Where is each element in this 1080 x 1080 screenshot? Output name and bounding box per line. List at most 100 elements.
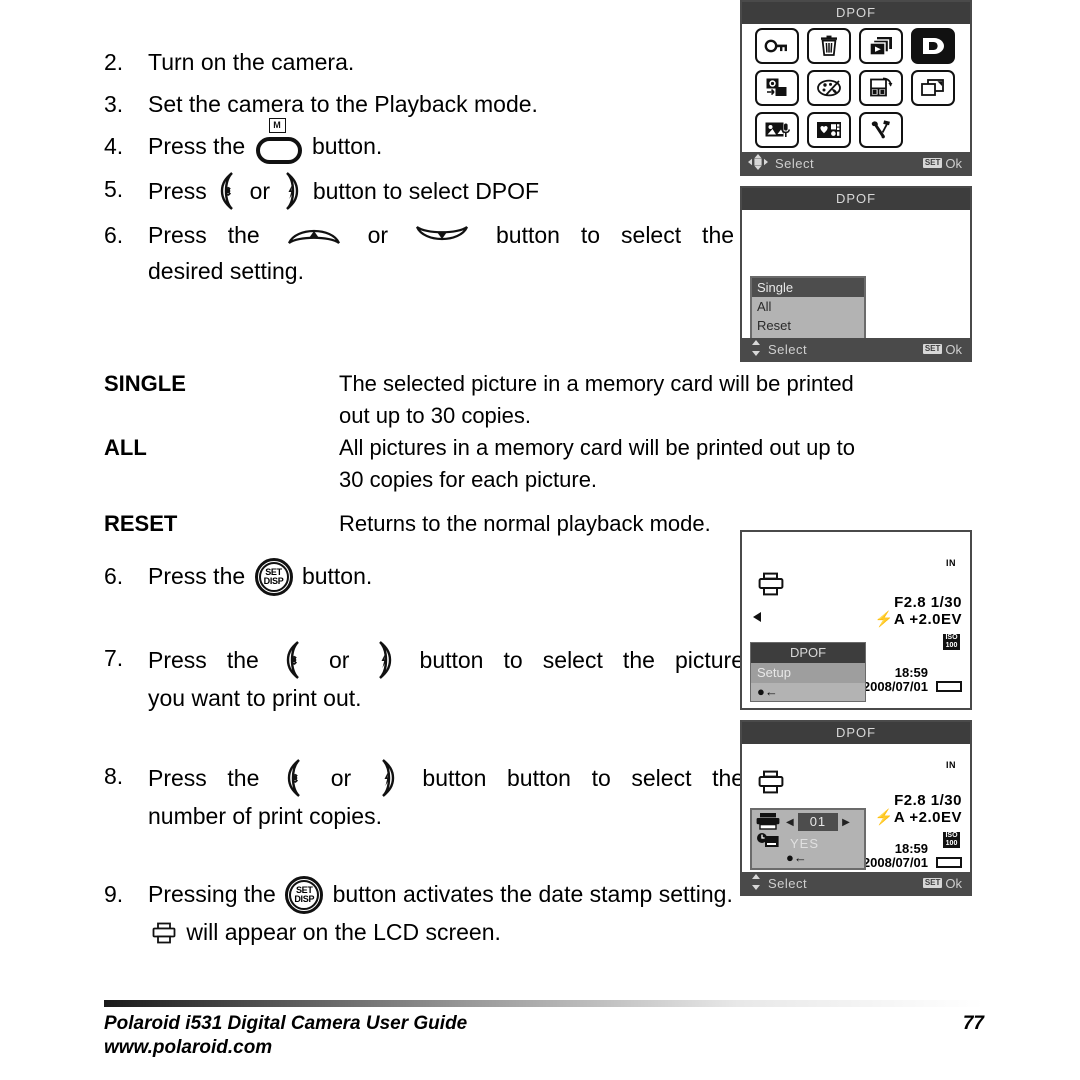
lcd3-battery-icon (936, 681, 962, 692)
step-2-text: Turn on the camera. (148, 49, 355, 75)
down-button-icon (414, 222, 470, 248)
lcd3-left-caret-icon (752, 610, 762, 628)
left-macro-button-icon-step7 (282, 640, 306, 680)
resize-icon[interactable] (911, 70, 955, 106)
slideshow-icon[interactable] (859, 28, 903, 64)
step-9-number: 9. (104, 881, 124, 907)
lcd4-left-arrow[interactable]: ◀ (786, 817, 794, 828)
step-3-number: 3. (104, 91, 124, 117)
step-8-post: button button to select the (422, 765, 745, 791)
step-8-number: 8. (104, 763, 124, 789)
lcd4-iso-value: 100 (945, 840, 958, 847)
step-7-line2: you want to print out. (148, 685, 362, 711)
lcd3-iso-value: 100 (945, 642, 958, 649)
step-7-mid: or (328, 647, 350, 673)
lcd4-back-marker[interactable]: ●← (786, 850, 807, 866)
set-disp-inner-ring: SET DISP (258, 562, 289, 592)
lcd1-status-label: Select (775, 155, 815, 171)
lcd2-set-badge: SET (922, 344, 943, 354)
lcd3-overlay-back[interactable]: ●← (751, 683, 865, 701)
setup-tools-icon[interactable] (859, 112, 903, 148)
lcd1-set-badge: SET (922, 158, 943, 168)
definition-single-desc-line2: out up to 30 copies. (339, 403, 532, 428)
lcd1-ok-label: Ok (945, 155, 962, 171)
definition-all-desc-line2: 30 copies for each picture. (339, 467, 598, 492)
lcd3-time: 18:59 (894, 665, 928, 680)
lcd3-iso-label: ISO (945, 634, 958, 641)
definition-single: SINGLE The selected picture in a memory … (104, 368, 984, 432)
up-down-arrow-icon-lcd4 (750, 873, 762, 894)
instruction-steps-bottom: 6. Press the SET DISP button. 7. Press t… (104, 558, 744, 950)
step-4: 4. Press the M button. (104, 117, 734, 165)
definition-single-desc: The selected picture in a memory card wi… (339, 368, 984, 432)
page-root: 2. Turn on the camera. 3. Set the camera… (0, 0, 1080, 1080)
step-7-pre: Press the (148, 647, 259, 673)
step-2: 2. Turn on the camera. (104, 44, 734, 80)
lcd2-status-ok-group: SET Ok (922, 342, 962, 357)
lcd3-exif-line2: ⚡A +2.0EV (875, 611, 962, 628)
effects-palette-icon[interactable] (807, 70, 851, 106)
page-footer: Polaroid i531 Digital Camera User Guide … (104, 1000, 984, 1059)
menu-item-single[interactable]: Single (752, 278, 864, 297)
step-6-top-post: button to select the (496, 221, 735, 248)
step-6-bottom-post: button. (301, 563, 373, 589)
lcd4-status-ok-group: SET Ok (922, 876, 962, 891)
lcd3-exif-line2-text: A +2.0EV (893, 611, 962, 628)
lcd3-exif: F2.8 1/30 ⚡A +2.0EV (875, 594, 962, 628)
step-9-line2-pre: setting. (658, 881, 733, 907)
lcd4-set-badge: SET (922, 878, 943, 888)
lcd4-copies-row: ◀ 01 ▶ (786, 813, 850, 831)
menu-item-all[interactable]: All (752, 297, 864, 316)
menu-item-reset[interactable]: Reset (752, 316, 864, 335)
lcd3-overlay-item-setup[interactable]: Setup (751, 663, 865, 683)
flash-bolt-icon: ⚡ (874, 611, 894, 628)
left-macro-button-icon (216, 171, 240, 211)
dpof-icon[interactable] (911, 28, 955, 64)
step-5-pre: Press (148, 177, 207, 204)
step-9: 9. Pressing the SET DISP button activate… (104, 876, 744, 950)
step-6-top-mid: or (367, 221, 389, 248)
step-9-post: button activates the date stamp (332, 881, 653, 907)
lcd1-title: DPOF (742, 2, 970, 24)
rotate-icon[interactable] (859, 70, 903, 106)
right-flash-button-icon-step7 (372, 640, 396, 680)
lcd1-icon-grid (754, 28, 958, 152)
step-6-bottom-pre: Press the (148, 563, 246, 589)
lcd4-copies-value[interactable]: 01 (797, 813, 839, 831)
favorites-icon[interactable] (807, 112, 851, 148)
definition-all-term: ALL (104, 435, 147, 460)
lcd4-battery-icon (936, 857, 962, 868)
lcd4-printer-icon (758, 770, 784, 799)
copy-icon[interactable] (755, 70, 799, 106)
set-disp-label-bottom: DISP (263, 576, 284, 586)
lcd4-dpof-panel: ◀ 01 ▶ YES ●← (750, 808, 866, 870)
lcd1-status-bar: Select SET Ok (742, 152, 970, 174)
footer-title-row: Polaroid i531 Digital Camera User Guide … (104, 1013, 984, 1035)
protect-key-icon[interactable] (755, 28, 799, 64)
set-disp-label-bottom-step9: DISP (294, 894, 315, 904)
lcd4-exif-line2: ⚡A +2.0EV (875, 809, 962, 826)
delete-trash-icon[interactable] (807, 28, 851, 64)
definition-single-desc-line1: The selected picture in a memory card wi… (339, 371, 854, 396)
footer-url: www.polaroid.com (104, 1037, 273, 1058)
step-9-pre: Pressing the (148, 881, 276, 907)
lcd4-right-arrow[interactable]: ▶ (842, 817, 850, 828)
definition-all-desc: All pictures in a memory card will be pr… (339, 432, 984, 496)
lcd3-iso-badge: ISO 100 (943, 634, 960, 650)
up-button-icon (286, 222, 342, 248)
step-8-mid: or (330, 765, 352, 791)
mode-button-icon: M (255, 117, 302, 165)
lcd2-title: DPOF (742, 188, 970, 210)
voice-memo-icon[interactable] (755, 112, 799, 148)
step-5-text: Press or button to select DPOF (148, 171, 734, 211)
lcd4-exif: F2.8 1/30 ⚡A +2.0EV (875, 792, 962, 826)
step-4-text: Press the M button. (148, 117, 734, 165)
lcd-screen-playback-setup: IN F2.8 1/30 ⚡A +2.0EV ISO 100 18:59 200… (740, 530, 972, 710)
set-disp-button-icon: SET DISP (254, 558, 293, 596)
step-9-line2-post: will appear on the LCD screen. (186, 919, 501, 945)
step-7-number: 7. (104, 645, 124, 671)
step-6-bottom-text: Press the SET DISP button. (148, 558, 744, 596)
lcd2-status-bar: Select SET Ok (742, 338, 970, 360)
